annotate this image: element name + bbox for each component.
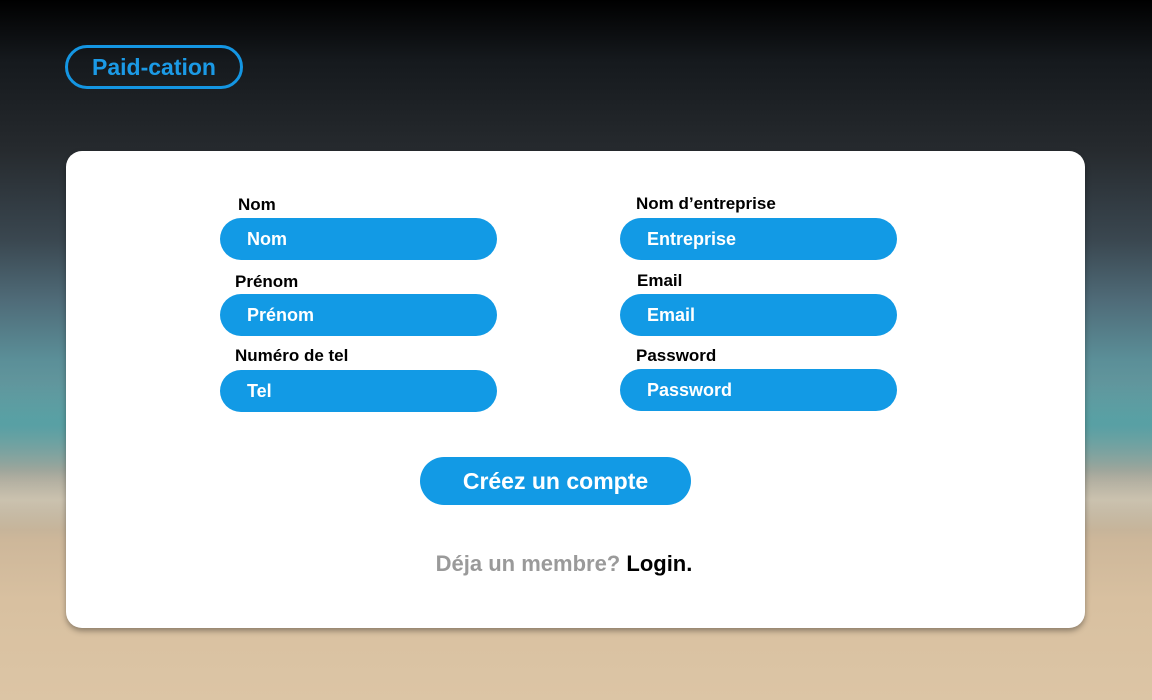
create-account-button[interactable]: Créez un compte <box>420 457 691 505</box>
company-label: Nom d’entreprise <box>636 194 776 213</box>
password-input[interactable] <box>620 369 897 411</box>
logo-button[interactable]: Paid-cation <box>65 45 243 89</box>
member-prompt-text: Déja un membre? <box>435 551 621 576</box>
login-prompt: Déja un membre? Login. <box>66 551 1062 577</box>
email-input[interactable] <box>620 294 897 336</box>
first-name-input[interactable] <box>220 294 497 336</box>
company-input[interactable] <box>620 218 897 260</box>
password-label: Password <box>636 346 717 365</box>
logo-label: Paid-cation <box>92 53 216 80</box>
login-link[interactable]: Login. <box>626 551 692 576</box>
name-input[interactable] <box>220 218 497 260</box>
signup-card: Nom Prénom Numéro de tel Nom d’entrepris… <box>66 151 1085 628</box>
first-name-label: Prénom <box>235 272 299 291</box>
name-label: Nom <box>238 195 276 214</box>
create-account-label: Créez un compte <box>462 467 649 494</box>
phone-input[interactable] <box>220 370 497 412</box>
email-label: Email <box>637 271 683 290</box>
phone-label: Numéro de tel <box>235 346 349 365</box>
